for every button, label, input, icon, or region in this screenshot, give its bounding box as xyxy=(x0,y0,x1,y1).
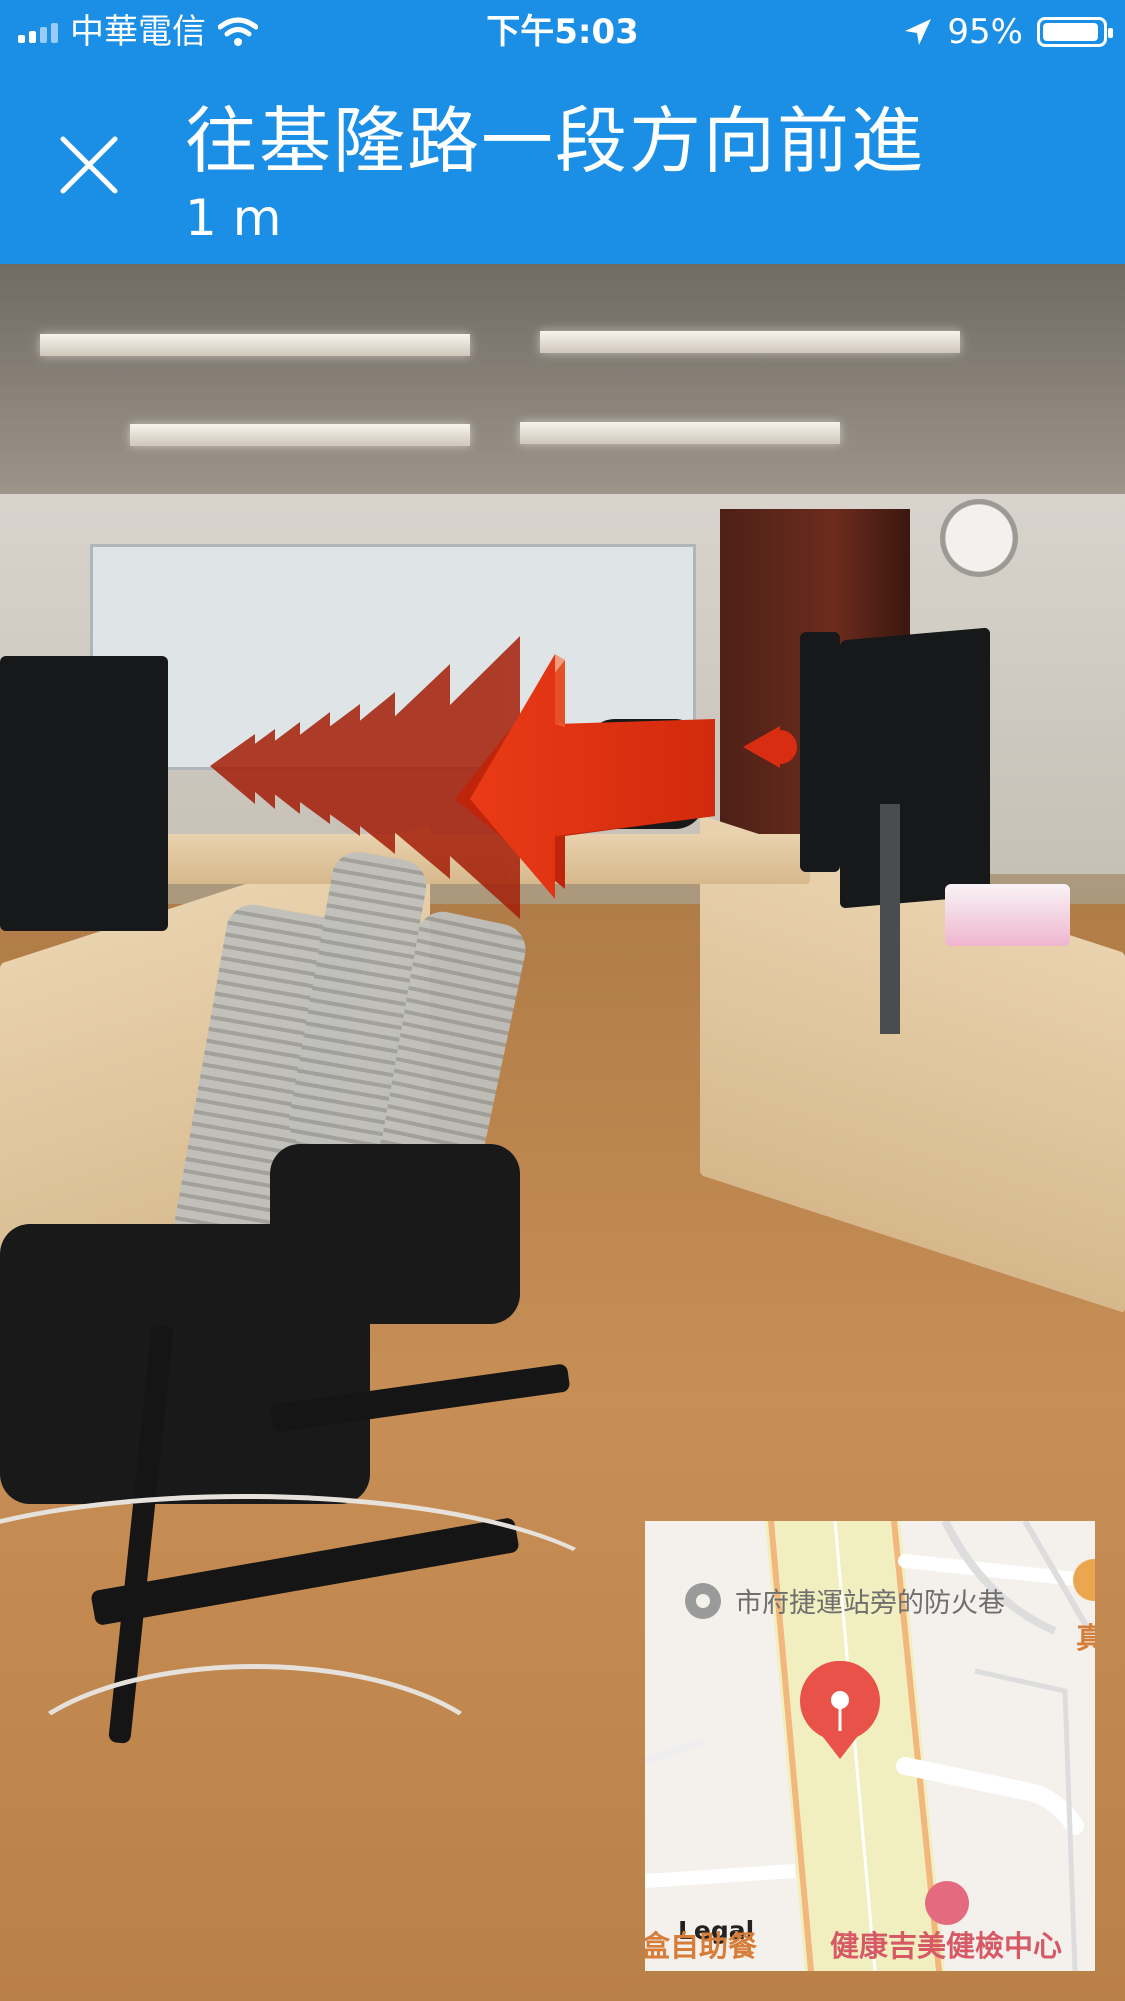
monitor xyxy=(840,627,990,909)
top-bar: 中華電信 下午5:03 95% 往基隆路一段方向前進 1 m xyxy=(0,0,1125,264)
ceiling-light xyxy=(130,424,470,446)
map-medical-center-label: 健康吉美健檢中心 xyxy=(830,1929,1063,1963)
ceiling xyxy=(0,264,1125,494)
direction-title: 往基隆路一段方向前進 xyxy=(185,99,926,183)
battery-level xyxy=(1043,23,1098,41)
floor-cable xyxy=(0,1664,510,1894)
location-arrow-icon xyxy=(905,19,932,45)
battery-percent: 95% xyxy=(947,12,1023,52)
close-icon xyxy=(60,136,118,194)
current-location-pin-icon xyxy=(800,1661,880,1759)
monitor xyxy=(0,656,168,931)
desk xyxy=(160,834,810,884)
office-chair-seat xyxy=(270,1144,520,1324)
close-button[interactable] xyxy=(58,134,120,196)
map-poi-icon xyxy=(685,1583,721,1619)
office-chair-seat xyxy=(585,719,705,829)
status-bar: 中華電信 下午5:03 95% xyxy=(0,0,1125,64)
monitor xyxy=(800,632,840,872)
map-poi-label: 市府捷運站旁的防火巷 xyxy=(735,1588,1005,1619)
medical-center-icon xyxy=(925,1881,969,1925)
wall-clock xyxy=(940,499,1018,577)
tissue-box xyxy=(945,884,1070,946)
monitor-stand xyxy=(880,804,900,1034)
status-right: 95% xyxy=(903,0,1113,64)
ar-navigation-screen: 中華電信 下午5:03 95% 往基隆路一段方向前進 1 m 市府捷運站旁的防火… xyxy=(0,0,1125,2001)
ceiling-light xyxy=(40,334,470,356)
map-edge-label: 真 xyxy=(1075,1621,1095,1655)
distance-label: 1 m xyxy=(185,189,282,247)
ceiling-light xyxy=(540,331,960,353)
map-restaurant-label: 盒自助餐 xyxy=(645,1929,758,1963)
ceiling-light xyxy=(520,422,840,444)
mini-map[interactable]: 市府捷運站旁的防火巷 真 Legal 盒自助餐 健康吉美健檢中心 xyxy=(645,1521,1095,1971)
navigation-header: 往基隆路一段方向前進 1 m xyxy=(0,64,1125,264)
battery-icon xyxy=(1037,17,1113,47)
